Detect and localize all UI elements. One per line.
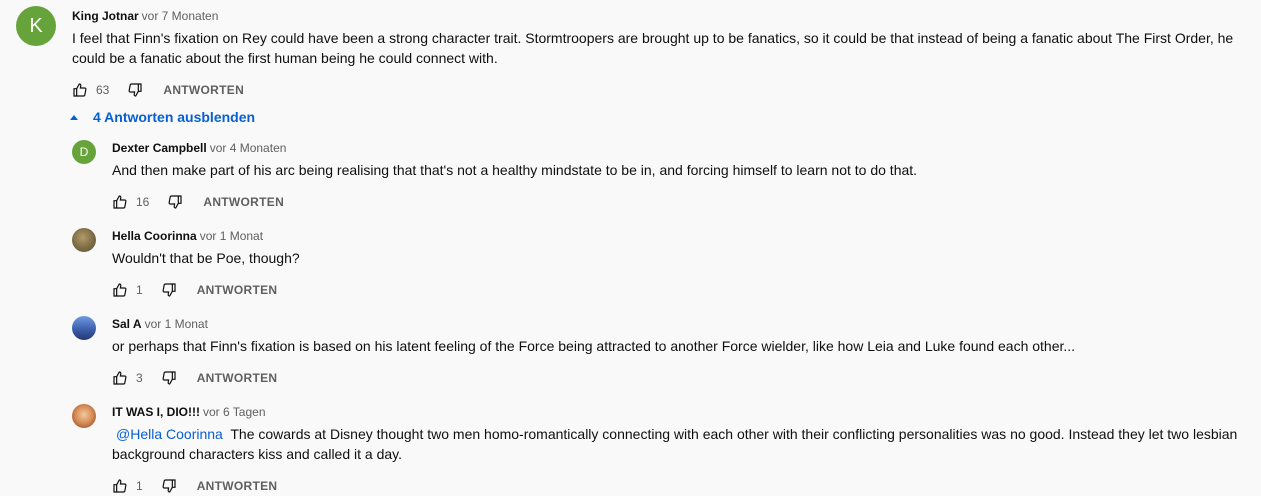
mention-link[interactable]: @Hella Coorinna	[116, 426, 223, 442]
thumb-up-icon	[113, 283, 127, 297]
like-count: 1	[136, 283, 143, 297]
comment-actions: 3 ANTWORTEN	[108, 366, 277, 390]
comment-header: IT WAS I, DIO!!! vor 6 Tagen	[112, 404, 266, 420]
avatar-letter: K	[29, 14, 43, 37]
comment-text: @Hella Coorinna The cowards at Disney th…	[112, 424, 1247, 464]
thumb-up-icon	[113, 195, 127, 209]
like-button[interactable]	[108, 366, 132, 390]
reply-button[interactable]: ANTWORTEN	[163, 83, 244, 97]
comment-text: Wouldn't that be Poe, though?	[112, 250, 300, 266]
timestamp[interactable]: vor 7 Monaten	[142, 9, 219, 23]
thumb-down-icon	[162, 371, 176, 385]
reply-button[interactable]: ANTWORTEN	[197, 479, 278, 493]
thumb-down-icon	[128, 83, 142, 97]
thumb-up-icon	[113, 371, 127, 385]
like-button[interactable]	[108, 278, 132, 302]
comment-header: Sal Avor 1 Monat	[112, 316, 208, 332]
avatar[interactable]	[72, 228, 96, 252]
thumb-down-icon	[168, 195, 182, 209]
author-name[interactable]: IT WAS I, DIO!!!	[112, 405, 200, 419]
comment-header: Hella Coorinna vor 1 Monat	[112, 228, 263, 244]
thumb-down-icon	[162, 479, 176, 493]
like-count: 63	[96, 83, 110, 97]
avatar[interactable]: K	[16, 6, 56, 46]
dislike-button[interactable]	[163, 190, 187, 214]
caret-up-icon	[70, 115, 78, 120]
comment-actions: 16 ANTWORTEN	[108, 190, 284, 214]
author-name[interactable]: King Jotnar	[72, 9, 139, 23]
like-count: 16	[136, 195, 150, 209]
timestamp[interactable]: vor 6 Tagen	[203, 405, 266, 419]
comment-text-body: The cowards at Disney thought two men ho…	[112, 426, 1238, 462]
comment-actions: 63 ANTWORTEN	[68, 78, 244, 102]
avatar[interactable]	[72, 404, 96, 428]
like-button[interactable]	[108, 474, 132, 496]
like-count: 1	[136, 479, 143, 493]
hide-replies-label: 4 Antworten ausblenden	[93, 109, 256, 125]
comment-actions: 1 ANTWORTEN	[108, 474, 277, 496]
comment-text: And then make part of his arc being real…	[112, 162, 918, 178]
comment-text: or perhaps that Finn's fixation is based…	[112, 338, 1076, 354]
dislike-button[interactable]	[123, 78, 147, 102]
avatar-letter: D	[79, 145, 89, 159]
thumb-down-icon	[162, 283, 176, 297]
like-button[interactable]	[108, 190, 132, 214]
dislike-button[interactable]	[157, 366, 181, 390]
avatar[interactable]: D	[72, 140, 96, 164]
comment-header: Dexter Campbell vor 4 Monaten	[112, 140, 286, 156]
reply-button[interactable]: ANTWORTEN	[203, 195, 284, 209]
comment-header: King Jotnar vor 7 Monaten	[72, 8, 218, 24]
avatar[interactable]	[72, 316, 96, 340]
comment-text: I feel that Finn's fixation on Rey could…	[72, 30, 1234, 66]
author-name[interactable]: Hella Coorinna	[112, 229, 197, 243]
author-name[interactable]: Dexter Campbell	[112, 141, 207, 155]
reply-button[interactable]: ANTWORTEN	[197, 283, 278, 297]
thumb-up-icon	[113, 479, 127, 493]
timestamp[interactable]: vor 1 Monat	[145, 317, 208, 331]
author-name[interactable]: Sal A	[112, 317, 142, 331]
timestamp[interactable]: vor 1 Monat	[200, 229, 263, 243]
thumb-up-icon	[73, 83, 87, 97]
like-button[interactable]	[68, 78, 92, 102]
hide-replies-button[interactable]: 4 Antworten ausblenden	[70, 109, 255, 125]
dislike-button[interactable]	[157, 474, 181, 496]
timestamp[interactable]: vor 4 Monaten	[210, 141, 287, 155]
reply-button[interactable]: ANTWORTEN	[197, 371, 278, 385]
dislike-button[interactable]	[157, 278, 181, 302]
comment-actions: 1 ANTWORTEN	[108, 278, 277, 302]
like-count: 3	[136, 371, 143, 385]
